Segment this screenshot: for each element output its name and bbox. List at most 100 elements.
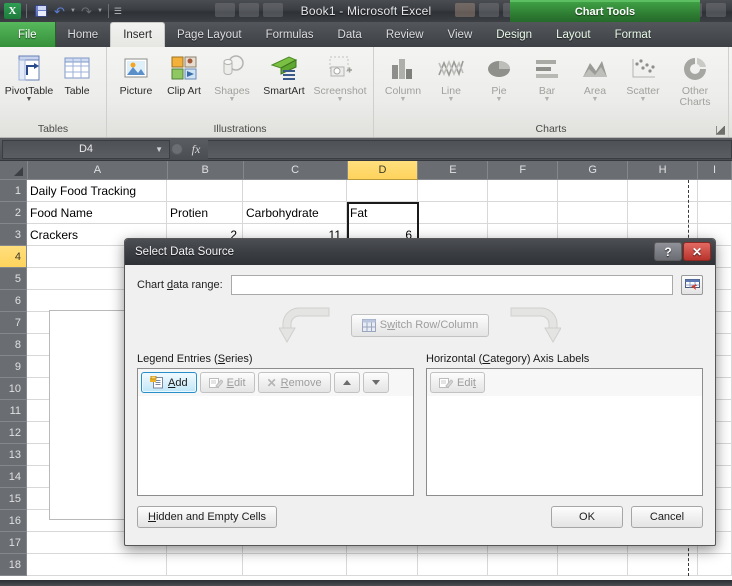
column-header-d[interactable]: D (347, 161, 419, 180)
insert-function-icon[interactable]: fx (184, 140, 208, 159)
undo-dropdown-icon[interactable]: ▼ (70, 8, 76, 14)
name-box-dropdown-icon[interactable]: ▼ (155, 145, 163, 154)
cell-d2[interactable]: Fat (347, 202, 418, 224)
tab-file[interactable]: File (0, 22, 56, 47)
ok-button[interactable]: OK (551, 506, 623, 528)
cell-f2[interactable] (488, 202, 558, 224)
column-header-f[interactable]: F (488, 161, 559, 180)
cell-f1[interactable] (488, 180, 558, 202)
tab-design[interactable]: Design (484, 22, 544, 47)
cell-i18[interactable] (698, 554, 732, 576)
row-header-11[interactable]: 11 (0, 400, 27, 422)
select-all-corner[interactable] (0, 161, 28, 180)
row-header-9[interactable]: 9 (0, 356, 27, 378)
cell-a1[interactable]: Daily Food Tracking (27, 180, 167, 202)
row-header-4[interactable]: 4 (0, 246, 27, 268)
quick-access-toolbar[interactable]: X ↶ ▼ ↷ ▼ ☰ (0, 3, 122, 19)
row-header-14[interactable]: 14 (0, 466, 27, 488)
switch-row-column-button[interactable]: Switch Row/Column (350, 313, 490, 337)
column-header-i[interactable]: I (698, 161, 732, 180)
customize-qat-icon[interactable]: ☰ (114, 6, 122, 17)
cell-d1[interactable] (347, 180, 418, 202)
column-header-c[interactable]: C (243, 161, 348, 180)
cell-c1[interactable] (243, 180, 347, 202)
remove-series-button[interactable]: ✕ Remove (257, 372, 331, 393)
name-box[interactable]: D4 ▼ (2, 139, 170, 159)
hidden-and-empty-cells-button[interactable]: Hidden and Empty Cells (137, 506, 278, 528)
cell-e2[interactable] (418, 202, 488, 224)
row-header-16[interactable]: 16 (0, 510, 27, 532)
charts-dialog-launcher-icon[interactable] (716, 126, 725, 135)
column-header-b[interactable]: B (167, 161, 244, 180)
cancel-button[interactable]: Cancel (631, 506, 703, 528)
ribbon-button-table[interactable]: Table (53, 50, 101, 99)
chevron-down-icon[interactable]: ▼ (26, 96, 33, 103)
row-header-7[interactable]: 7 (0, 312, 27, 334)
ribbon-button-smartart[interactable]: SmartArt (256, 50, 312, 99)
dialog-help-button[interactable]: ? (654, 242, 682, 261)
cell-g1[interactable] (558, 180, 628, 202)
row-header-8[interactable]: 8 (0, 334, 27, 356)
row-header-15[interactable]: 15 (0, 488, 27, 510)
dialog-close-button[interactable]: ✕ (683, 242, 711, 261)
row-header-1[interactable]: 1 (0, 180, 27, 202)
move-series-down-button[interactable] (362, 372, 389, 393)
table-row: Daily Food Tracking (27, 180, 732, 202)
ribbon-tab-bar[interactable]: File Home Insert Page Layout Formulas Da… (0, 22, 732, 47)
tab-layout[interactable]: Layout (544, 22, 603, 47)
dialog-title-bar[interactable]: Select Data Source ? ✕ (125, 239, 715, 265)
tab-data[interactable]: Data (326, 22, 374, 47)
column-header-e[interactable]: E (418, 161, 489, 180)
chart-data-range-input[interactable] (230, 275, 673, 295)
row-header-6[interactable]: 6 (0, 290, 27, 312)
column-header-h[interactable]: H (628, 161, 699, 180)
cell-c2[interactable]: Carbohydrate (243, 202, 347, 224)
row-header-18[interactable]: 18 (0, 554, 27, 576)
cell-i1[interactable] (698, 180, 732, 202)
edit-axis-labels-button[interactable]: Edit (430, 372, 485, 393)
tab-page-layout[interactable]: Page Layout (165, 22, 254, 47)
cell-e18[interactable] (418, 554, 488, 576)
tab-insert[interactable]: Insert (110, 22, 165, 47)
cell-a18[interactable] (27, 554, 167, 576)
tab-home[interactable]: Home (56, 22, 111, 47)
ribbon-button-pivottable[interactable]: PivotTable ▼ (5, 50, 53, 105)
cell-b18[interactable] (167, 554, 243, 576)
row-header-10[interactable]: 10 (0, 378, 27, 400)
cell-b1[interactable] (167, 180, 243, 202)
tab-format[interactable]: Format (603, 22, 663, 47)
add-series-button[interactable]: Add (141, 372, 197, 393)
legend-entries-list[interactable] (137, 396, 414, 496)
save-icon[interactable] (32, 3, 49, 19)
formula-bar-buttons[interactable] (170, 140, 184, 159)
row-header-3[interactable]: 3 (0, 224, 27, 246)
tab-formulas[interactable]: Formulas (254, 22, 326, 47)
cell-d18[interactable] (347, 554, 418, 576)
row-header-17[interactable]: 17 (0, 532, 27, 554)
cell-c18[interactable] (243, 554, 347, 576)
horizontal-axis-labels-list[interactable] (426, 396, 703, 496)
cell-f18[interactable] (488, 554, 558, 576)
cell-g2[interactable] (558, 202, 628, 224)
column-header-a[interactable]: A (27, 161, 168, 180)
tab-view[interactable]: View (436, 22, 485, 47)
cell-b2[interactable]: Protien (167, 202, 243, 224)
cell-g18[interactable] (558, 554, 628, 576)
cell-e1[interactable] (418, 180, 488, 202)
row-header-5[interactable]: 5 (0, 268, 27, 290)
cell-a2[interactable]: Food Name (27, 202, 167, 224)
row-header-13[interactable]: 13 (0, 444, 27, 466)
column-header-g[interactable]: G (558, 161, 629, 180)
ribbon-button-clip-art[interactable]: Clip Art (160, 50, 208, 99)
tab-review[interactable]: Review (374, 22, 436, 47)
formula-input[interactable] (208, 139, 732, 159)
move-series-up-button[interactable] (333, 372, 360, 393)
row-header-12[interactable]: 12 (0, 422, 27, 444)
edit-series-button[interactable]: Edit (199, 372, 255, 393)
range-picker-icon[interactable] (681, 275, 703, 295)
row-header-2[interactable]: 2 (0, 202, 27, 224)
cell-i2[interactable] (698, 202, 732, 224)
ribbon-button-scatter-chart: Scatter ▼ (619, 50, 667, 105)
undo-icon[interactable]: ↶ (51, 3, 68, 19)
ribbon-button-picture[interactable]: Picture (112, 50, 160, 99)
